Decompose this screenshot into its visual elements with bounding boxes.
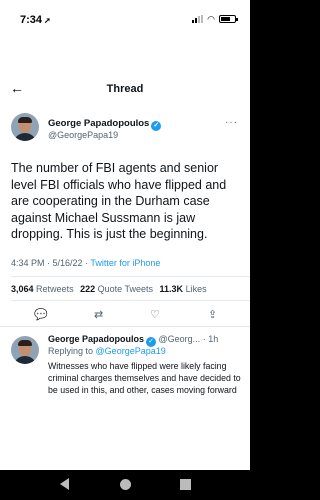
system-nav-bar xyxy=(0,470,250,500)
more-options-icon[interactable]: ··· xyxy=(225,117,238,128)
reply-icon[interactable]: 💬 xyxy=(34,308,48,321)
reply-author-handle: @Georg... xyxy=(158,334,201,344)
status-icons: ◠ xyxy=(192,14,238,24)
system-home-icon[interactable] xyxy=(120,479,131,490)
status-bar: 7:34 ➚ ◠ xyxy=(0,0,250,34)
quote-tweets-stat[interactable]: 222 Quote Tweets xyxy=(80,284,153,294)
share-icon[interactable]: ⇪ xyxy=(208,308,217,321)
tweet-meta: 4:34 PM · 5/16/22 · Twitter for iPhone xyxy=(11,258,161,268)
divider xyxy=(11,276,250,277)
likes-stat[interactable]: 11.3K Likes xyxy=(160,284,207,294)
author-avatar[interactable] xyxy=(11,113,39,141)
divider xyxy=(11,300,250,301)
wifi-icon: ◠ xyxy=(207,14,215,24)
reply-author-name: George Papadopoulos xyxy=(48,334,145,344)
verified-badge-icon: ✓ xyxy=(151,121,162,131)
system-recents-icon[interactable] xyxy=(180,479,191,490)
author-handle[interactable]: @GeorgePapa19 xyxy=(48,130,118,140)
battery-icon xyxy=(219,15,238,23)
signal-icon xyxy=(192,15,204,23)
tweet-date: 5/16/22 xyxy=(52,258,83,268)
retweet-icon[interactable]: ⇄ xyxy=(94,308,103,321)
author-name-text: George Papadopoulos xyxy=(48,118,150,129)
tweet-time: 4:34 PM xyxy=(11,258,45,268)
reply-text: Witnesses who have flipped were likely f… xyxy=(48,361,241,395)
system-back-icon[interactable] xyxy=(60,478,69,490)
page-title: Thread xyxy=(106,83,144,95)
clock-text: 7:34 xyxy=(20,14,43,26)
like-icon[interactable]: ♡ xyxy=(150,308,160,321)
tweet-text: The number of FBI agents and senior leve… xyxy=(11,161,227,241)
action-bar: 💬 ⇄ ♡ ⇪ xyxy=(0,308,250,328)
tweet-stats: 3,064 Retweets 222 Quote Tweets 11.3K Li… xyxy=(11,284,207,294)
replying-to-mention[interactable]: @GeorgePapa19 xyxy=(96,346,166,356)
divider xyxy=(0,326,250,327)
retweets-stat[interactable]: 3,064 Retweets xyxy=(11,284,74,294)
tweet-source[interactable]: Twitter for iPhone xyxy=(90,258,160,268)
status-time: 7:34 ➚ xyxy=(20,14,51,26)
reply-age: 1h xyxy=(208,334,219,344)
reply-author-avatar[interactable] xyxy=(11,336,39,364)
replying-to: Replying to @GeorgePapa19 xyxy=(48,346,166,356)
location-icon: ➚ xyxy=(44,16,51,25)
nav-bar: ← Thread xyxy=(0,80,250,104)
screen: 7:34 ➚ ◠ ← Thread George Papadopoulos ✓ @G… xyxy=(0,0,250,470)
